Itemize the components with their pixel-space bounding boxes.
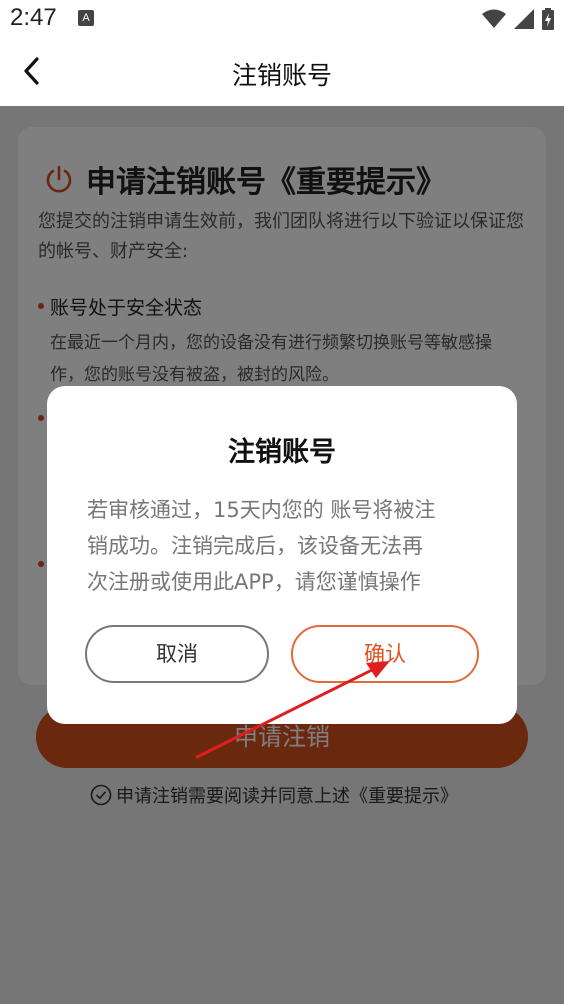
wifi-icon [482,9,506,28]
dialog-message-line: 次注册或使用此APP，请您谨慎操作 [87,570,421,594]
nav-bar: 注销账号 [0,38,564,106]
dialog-title: 注销账号 [228,437,336,468]
status-bar: 2:47 A [0,0,564,38]
status-time: 2:47 [10,4,57,31]
status-icons [482,8,554,30]
signal-icon [514,9,534,29]
dialog-message-line: 若审核通过，15天内您的 账号将被注 [87,498,436,522]
notification-icon: A [78,10,94,26]
confirm-dialog: 注销账号 若审核通过，15天内您的 账号将被注 销成功。注销完成后，该设备无法再… [47,386,517,724]
battery-icon [542,8,554,30]
dialog-message-line: 销成功。注销完成后，该设备无法再 [87,534,423,558]
dialog-message: 若审核通过，15天内您的 账号将被注 销成功。注销完成后，该设备无法再 次注册或… [87,492,487,600]
cancel-button[interactable]: 取消 [85,625,269,683]
page-title: 注销账号 [231,61,332,90]
confirm-button[interactable]: 确认 [291,625,479,683]
